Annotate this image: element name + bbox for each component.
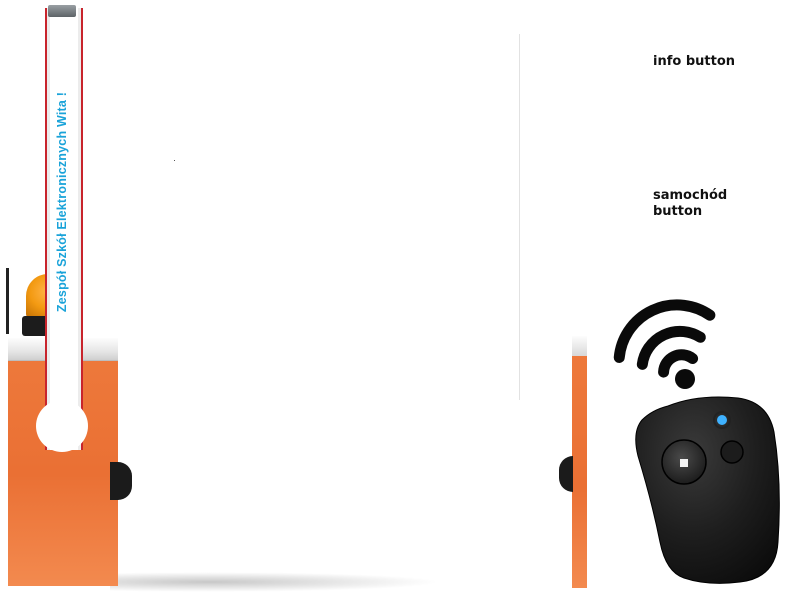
stray-dot [174,160,175,161]
second-barrier-knob [559,456,573,492]
info-button[interactable]: info button [653,54,753,70]
info-button-label: info button [653,54,735,69]
second-barrier-housing [572,336,587,588]
boom-pivot-disc [36,400,88,452]
status-led [717,415,727,425]
boom-welcome-label: Zespół Szkół Elektronicznych Wita ! [55,91,69,313]
remote-secondary-button [720,440,744,464]
barrier-side-knob [110,462,132,500]
antenna [6,268,9,334]
boom-end-cap [48,5,76,17]
barrier-shadow [110,572,440,592]
second-barrier-cap [572,336,587,356]
car-button-label-line1: samochód [653,188,728,203]
remote-control-icon[interactable] [628,392,792,588]
divider-line [519,34,520,400]
car-button-label-line2: button [653,204,703,219]
car-button[interactable]: samochód button [653,188,753,220]
wifi-icon [613,299,716,389]
